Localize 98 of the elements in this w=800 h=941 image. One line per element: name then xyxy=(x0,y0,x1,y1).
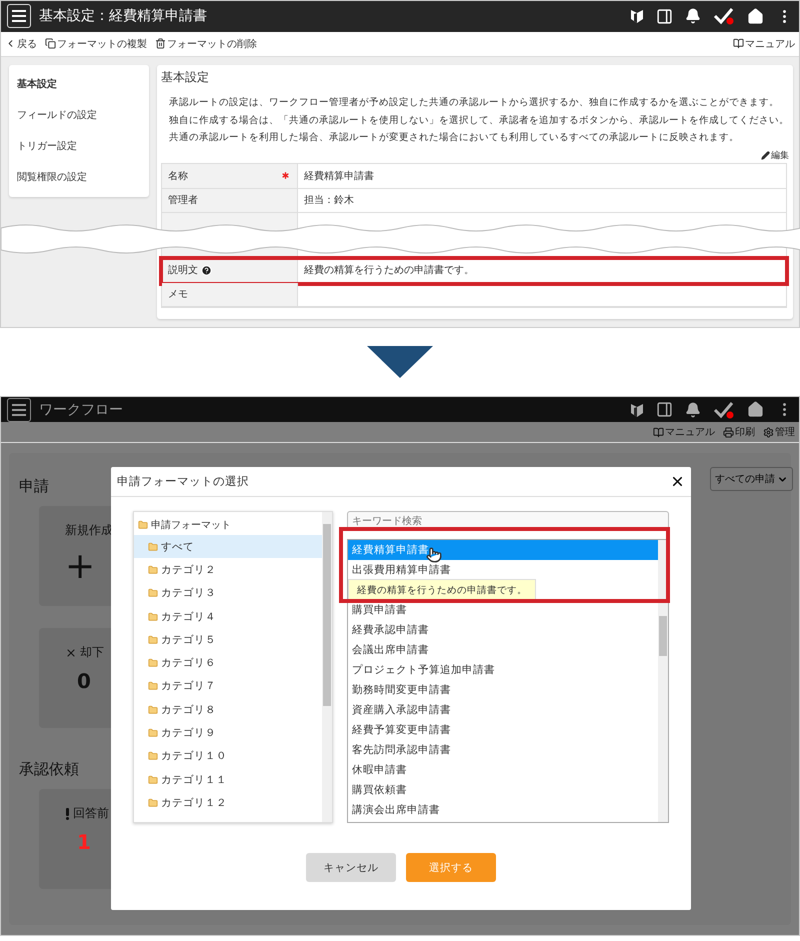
section-title: 基本設定 xyxy=(161,69,210,86)
dialog-title: 申請フォーマットの選択 xyxy=(117,474,250,489)
field-label: 説明文 xyxy=(168,264,198,277)
edit-link[interactable]: 編集 xyxy=(761,148,789,162)
copy-link[interactable]: フォーマットの複製 xyxy=(45,36,147,51)
plus-sign: + xyxy=(65,549,96,585)
close-icon[interactable] xyxy=(670,474,685,489)
tree-item[interactable]: カテゴリ８ xyxy=(134,698,322,722)
panel-icon[interactable] xyxy=(656,401,673,418)
cross-icon xyxy=(65,646,77,658)
list-item[interactable]: プロジェクト予算追加申請書 xyxy=(348,660,658,680)
list-item[interactable]: 購買申請書 xyxy=(348,600,658,620)
list-item[interactable]: 経費承認申請書 xyxy=(348,620,658,640)
help-icon[interactable] xyxy=(201,264,212,276)
list-item[interactable]: 購買依頼書 xyxy=(348,780,658,800)
tree-item[interactable]: カテゴリ３ xyxy=(134,582,322,605)
menu-button[interactable] xyxy=(7,398,31,422)
copy-icon xyxy=(45,38,56,50)
delete-link[interactable]: フォーマットの削除 xyxy=(155,36,257,51)
admin-link[interactable]: 管理 xyxy=(763,425,795,440)
check-icon[interactable] xyxy=(713,400,735,419)
folder-icon xyxy=(148,798,158,808)
field-label: 名称 xyxy=(168,170,188,182)
value-cell-text: 担当：鈴木 xyxy=(303,194,355,208)
description-text: 共通の承認ルートを利用した場合、承認ルートが変更された場合においても利用しているすべての承認ルートに反映されます。 xyxy=(169,131,740,145)
card-count: 1 xyxy=(76,832,91,852)
list-item[interactable]: 講演会出席申請書 xyxy=(348,800,658,820)
folder-icon xyxy=(148,658,158,668)
folder-icon xyxy=(148,542,158,552)
tree-item[interactable]: カテゴリ７ xyxy=(134,674,322,698)
section-title: 承認依頼 xyxy=(19,760,79,779)
list-item[interactable]: 出張費用精算申請書 xyxy=(348,560,658,580)
description-text: 承認ルートの設定は、ワークフロー管理者が予め設定した共通の承認ルートから選択するか、独自に作成するかを選ぶことができます。 xyxy=(169,96,780,110)
manual-link[interactable]: マニュアル xyxy=(733,36,795,51)
sidebar-item[interactable]: トリガー設定 xyxy=(9,131,149,162)
tree-item[interactable]: カテゴリ１１ xyxy=(134,768,322,792)
cancel-button[interactable]: キャンセル xyxy=(306,853,396,882)
book-icon xyxy=(653,426,664,438)
list-item[interactable]: 会議出席申請書 xyxy=(348,640,658,660)
list-item[interactable]: 休暇申請書 xyxy=(348,760,658,780)
list-item[interactable]: 勤務時間変更申請書 xyxy=(348,680,658,700)
tree-item[interactable]: カテゴリ１２ xyxy=(134,791,322,815)
folder-icon xyxy=(148,774,158,785)
tree-item[interactable]: カテゴリ１０ xyxy=(134,744,322,768)
tree-item[interactable]: カテゴリ６ xyxy=(134,651,322,675)
print-link[interactable]: 印刷 xyxy=(723,425,755,440)
required-icon xyxy=(280,170,291,181)
scrollbar[interactable] xyxy=(322,512,332,822)
tooltip: 経費の精算を行うための申請書です。 xyxy=(348,578,536,602)
leaf-mark-icon[interactable] xyxy=(630,402,644,418)
bell-icon[interactable] xyxy=(685,402,701,418)
home-icon[interactable] xyxy=(747,401,764,418)
value-cell-text: 経費の精算を行うための申請書です。 xyxy=(303,264,475,278)
manual-link[interactable]: マニュアル xyxy=(653,425,715,440)
filter-select[interactable]: すべての申請 xyxy=(710,467,793,491)
book-icon xyxy=(733,38,744,50)
tree-item[interactable]: カテゴリ９ xyxy=(134,721,322,745)
field-label: メモ xyxy=(168,288,188,301)
hand-cursor-icon xyxy=(426,547,442,563)
card-label: 却下 xyxy=(80,644,104,661)
header-title: 基本設定：経費精算申請書 xyxy=(39,7,208,26)
folder-icon xyxy=(148,564,158,575)
description-text: 独自に作成する場合は、「共通の承認ルートを使用しない」を選択して、承認者を追加するボタンから、承認ルートを作成してください。 xyxy=(169,114,789,128)
folder-icon xyxy=(148,634,158,645)
printer-icon xyxy=(723,426,734,438)
pencil-icon xyxy=(761,151,770,160)
down-arrow-icon xyxy=(367,346,433,378)
tree-item[interactable]: カテゴリ４ xyxy=(134,604,322,628)
folder-icon xyxy=(148,728,158,738)
header-title: ワークフロー xyxy=(39,400,124,419)
section-title: 申請 xyxy=(19,477,49,496)
list-item[interactable]: 客先訪問承認申請書 xyxy=(348,740,658,760)
folder-icon xyxy=(148,588,158,598)
tree-item[interactable]: カテゴリ５ xyxy=(134,628,322,652)
folder-icon xyxy=(148,751,158,762)
sidebar-item[interactable]: フィールドの設定 xyxy=(9,100,149,131)
sidebar-item[interactable]: 閲覧権限の設定 xyxy=(9,162,149,193)
tree-item[interactable]: すべて xyxy=(134,535,322,558)
settings-icon xyxy=(763,426,774,438)
tree-item[interactable]: 申請フォーマット xyxy=(134,514,322,535)
tree-item[interactable]: カテゴリ２ xyxy=(134,558,322,582)
folder-icon xyxy=(138,520,148,530)
value-cell-text: 経費精算申請書 xyxy=(303,170,375,184)
folder-icon xyxy=(148,681,158,692)
field-label: 管理者 xyxy=(168,194,198,207)
sidebar-item[interactable]: 基本設定 xyxy=(9,69,149,100)
bell-icon[interactable] xyxy=(685,8,701,24)
list-item[interactable]: 経費予算変更申請書 xyxy=(348,720,658,740)
folder-icon xyxy=(148,612,158,622)
list-item[interactable]: 資産購入承認申請書 xyxy=(348,700,658,720)
back-link[interactable]: 戻る xyxy=(5,36,37,51)
scrollbar[interactable] xyxy=(658,540,668,822)
card-count: 0 xyxy=(76,671,91,691)
leaf-mark-icon[interactable] xyxy=(630,8,644,24)
trash-icon xyxy=(155,38,166,50)
card-label: 回答前 xyxy=(73,805,109,822)
exclamation-icon xyxy=(65,808,70,820)
folder-icon xyxy=(148,704,158,715)
